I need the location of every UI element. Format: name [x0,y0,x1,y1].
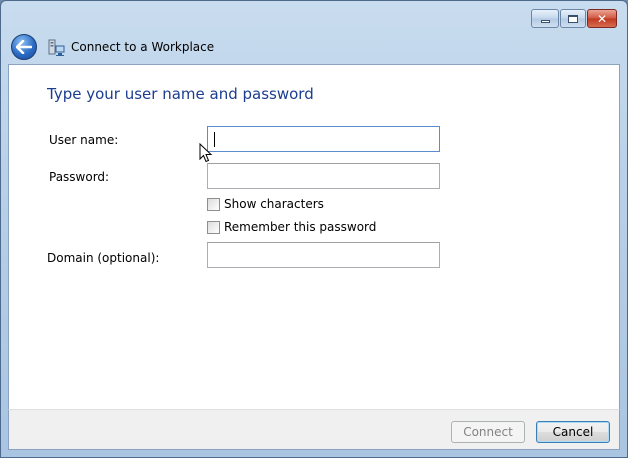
close-button[interactable]: ✕ [587,9,617,28]
minimize-icon [540,20,550,23]
network-workplace-icon [47,37,65,57]
show-characters-checkbox[interactable] [207,197,220,211]
show-characters-option[interactable]: Show characters [207,197,324,211]
domain-label: Domain (optional): [47,251,160,265]
page-heading: Type your user name and password [47,85,314,103]
username-input[interactable] [207,126,440,152]
minimize-button[interactable] [531,9,559,28]
maximize-icon [568,14,578,23]
cancel-button[interactable]: Cancel [536,421,610,443]
wizard-window: ✕ Connect to a Workplace Type your user … [0,0,628,458]
remember-password-checkbox[interactable] [207,220,220,234]
back-arrow-icon [16,40,32,54]
wizard-content: Type your user name and password User na… [8,64,620,409]
remember-password-label: Remember this password [224,220,377,234]
username-label: User name: [49,133,119,147]
mouse-pointer-icon [199,143,213,163]
caption-buttons: ✕ [531,9,617,28]
title-bar[interactable]: ✕ [1,1,627,32]
close-icon: ✕ [596,11,608,26]
password-input[interactable] [207,163,440,189]
remember-password-option[interactable]: Remember this password [207,220,376,234]
show-characters-label: Show characters [224,197,324,211]
window-title: Connect to a Workplace [71,40,215,54]
domain-input[interactable] [207,242,440,268]
wizard-footer: Connect Cancel [8,409,620,450]
connect-button[interactable]: Connect [451,421,525,443]
wizard-nav-row: Connect to a Workplace [9,33,214,61]
password-label: Password: [49,170,110,184]
maximize-button[interactable] [560,9,586,28]
back-button[interactable] [11,34,37,60]
text-caret [214,132,215,147]
